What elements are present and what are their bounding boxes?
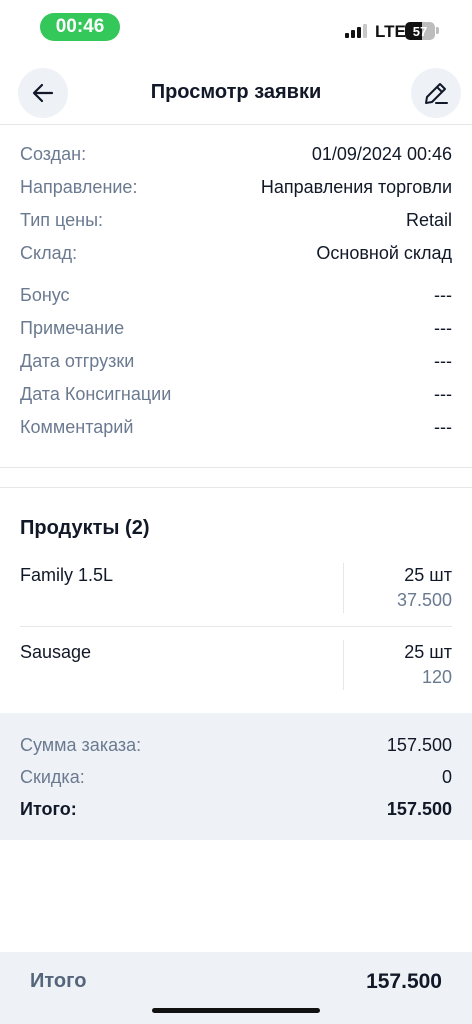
detail-label: Создан:: [20, 144, 87, 164]
summary-label: Сумма заказа:: [20, 735, 142, 755]
detail-label: Комментарий: [20, 417, 134, 437]
detail-row-note: Примечание ---: [20, 312, 452, 345]
pencil-icon: [425, 83, 448, 104]
detail-row-warehouse: Склад: Основной склад: [20, 237, 452, 270]
network-label: LTE: [375, 22, 406, 41]
detail-row-bonus: Бонус ---: [20, 279, 452, 312]
detail-row-consignment-date: Дата Консигнации ---: [20, 378, 452, 411]
home-indicator[interactable]: [152, 1008, 320, 1013]
detail-value: Retail: [405, 210, 452, 230]
detail-row-direction: Направление: Направления торговли: [20, 171, 452, 204]
battery-level: 57: [412, 23, 428, 39]
detail-label: Бонус: [20, 285, 70, 305]
product-item[interactable]: Sausage 25 шт 120: [20, 640, 452, 700]
divider: [343, 640, 344, 690]
summary-row-discount: Скидка: 0: [20, 767, 452, 788]
edit-button[interactable]: [411, 68, 461, 118]
order-details: Создан: 01/09/2024 00:46 Направление: На…: [20, 138, 452, 444]
footer-total-bar: Итого 157.500: [0, 952, 472, 1024]
detail-value: ---: [434, 351, 452, 371]
divider: [0, 467, 472, 468]
order-summary: Сумма заказа: 157.500 Скидка: 0 Итого: 1…: [0, 713, 472, 840]
detail-row-shipping-date: Дата отгрузки ---: [20, 345, 452, 378]
back-button[interactable]: [18, 68, 68, 118]
product-price: 120: [421, 667, 452, 687]
product-quantity: 25 шт: [404, 565, 452, 585]
page-title: Просмотр заявки: [150, 80, 322, 103]
detail-row-created: Создан: 01/09/2024 00:46: [20, 138, 452, 171]
detail-label: Дата отгрузки: [20, 351, 135, 371]
status-time: 00:46: [40, 13, 120, 41]
product-price: 37.500: [396, 590, 452, 610]
product-name: Sausage: [20, 642, 92, 662]
detail-label: Склад:: [20, 243, 78, 263]
detail-value: 01/09/2024 00:46: [311, 144, 452, 164]
detail-value: ---: [434, 318, 452, 338]
divider: [20, 626, 452, 627]
footer-total-label: Итого: [30, 970, 87, 992]
detail-row-comment: Комментарий ---: [20, 411, 452, 444]
divider: [0, 487, 472, 488]
signal-icon: [345, 24, 367, 38]
detail-label: Дата Консигнации: [20, 384, 172, 404]
summary-value: 157.500: [386, 735, 452, 755]
battery-cap: [436, 27, 439, 34]
summary-label: Скидка:: [20, 767, 85, 787]
detail-value: Направления торговли: [260, 177, 452, 197]
summary-value: 0: [441, 767, 452, 787]
detail-row-price-type: Тип цены: Retail: [20, 204, 452, 237]
divider: [343, 563, 344, 613]
detail-value: ---: [434, 285, 452, 305]
product-quantity: 25 шт: [404, 642, 452, 662]
footer-total-value: 157.500: [366, 970, 442, 993]
detail-value: ---: [434, 384, 452, 404]
battery-icon: 57: [405, 22, 435, 40]
summary-value: 157.500: [386, 799, 452, 819]
products-title: Продукты (2): [20, 517, 150, 539]
summary-row-total: Итого: 157.500: [20, 799, 452, 820]
product-name: Family 1.5L: [20, 565, 114, 585]
detail-label: Тип цены:: [20, 210, 104, 230]
app-header: Просмотр заявки: [0, 60, 472, 125]
detail-value: ---: [434, 417, 452, 437]
arrow-left-icon: [32, 83, 54, 103]
detail-label: Направление:: [20, 177, 138, 197]
product-item[interactable]: Family 1.5L 25 шт 37.500: [20, 563, 452, 623]
summary-row-order-sum: Сумма заказа: 157.500: [20, 735, 452, 756]
detail-label: Примечание: [20, 318, 125, 338]
status-bar: 00:46 LTE 57: [0, 0, 472, 56]
summary-label: Итого:: [20, 799, 77, 819]
detail-value: Основной склад: [316, 243, 452, 263]
